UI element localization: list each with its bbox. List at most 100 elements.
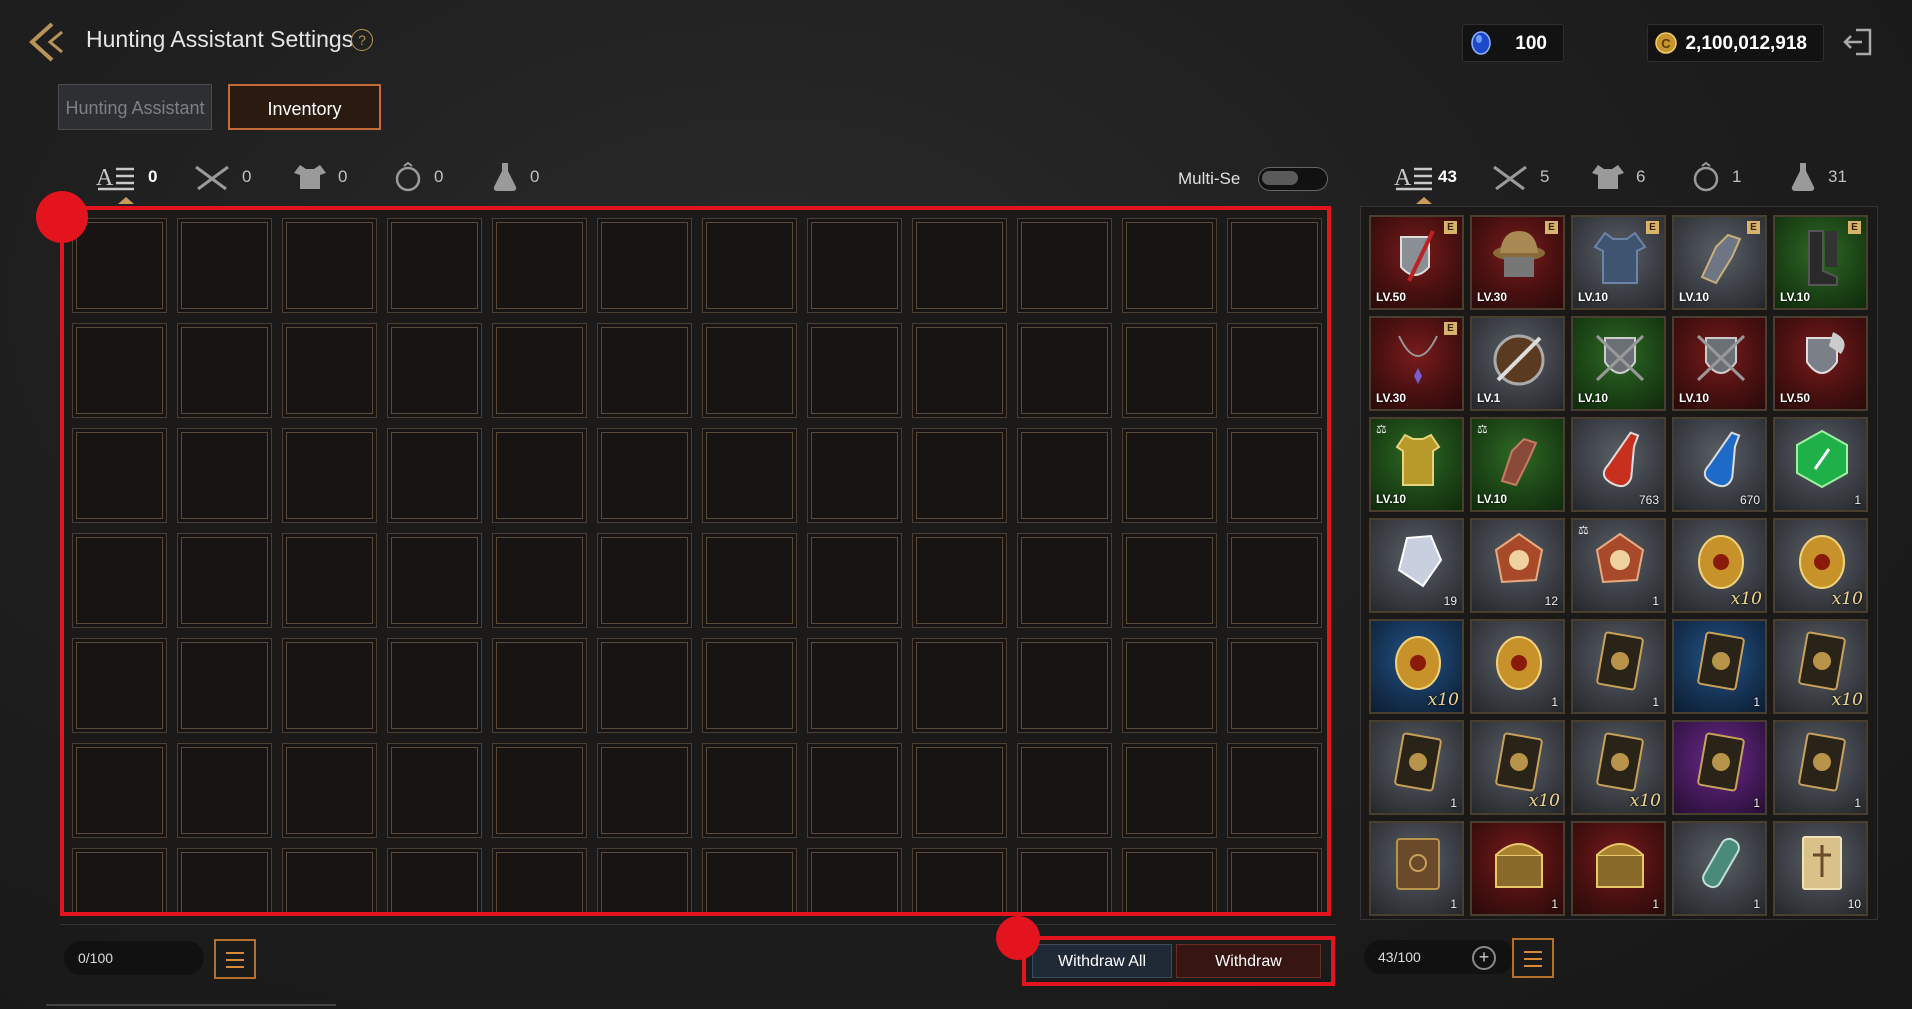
- inventory-item-book[interactable]: 1: [1369, 821, 1464, 916]
- storage-slot[interactable]: [1122, 323, 1217, 418]
- inventory-item-compass-stone[interactable]: 12: [1470, 518, 1565, 613]
- storage-slot[interactable]: [1227, 533, 1322, 628]
- inventory-item-scroll-roll[interactable]: 1: [1672, 821, 1767, 916]
- storage-slot[interactable]: [912, 848, 1007, 912]
- storage-slot[interactable]: [702, 428, 797, 523]
- inventory-item-boots[interactable]: LV.10 E: [1773, 215, 1868, 310]
- storage-slot[interactable]: [1122, 638, 1217, 733]
- back-button[interactable]: [22, 18, 78, 66]
- storage-slot[interactable]: [807, 638, 902, 733]
- storage-slot[interactable]: [72, 533, 167, 628]
- storage-slot[interactable]: [1017, 218, 1112, 313]
- storage-slot[interactable]: [1227, 848, 1322, 912]
- storage-slot[interactable]: [912, 218, 1007, 313]
- inventory-filter-all[interactable]: A 43: [1394, 160, 1457, 204]
- storage-slot[interactable]: [492, 428, 587, 523]
- inventory-item-golden-egg[interactable]: x10: [1369, 619, 1464, 714]
- storage-slot[interactable]: [912, 323, 1007, 418]
- inventory-item-card[interactable]: x10: [1470, 720, 1565, 815]
- storage-slot[interactable]: [387, 218, 482, 313]
- inventory-filter-armor[interactable]: 6: [1590, 160, 1645, 194]
- storage-slot[interactable]: [597, 323, 692, 418]
- storage-sort-button[interactable]: [214, 939, 256, 979]
- storage-slot[interactable]: [1227, 743, 1322, 838]
- storage-slot[interactable]: [1017, 428, 1112, 523]
- inventory-item-chest-armor[interactable]: LV.10 E: [1571, 215, 1666, 310]
- inventory-item-leather-glove[interactable]: LV.10 ⚖: [1470, 417, 1565, 512]
- storage-filter-all[interactable]: A 0: [96, 160, 157, 204]
- inventory-item-crystal[interactable]: 19: [1369, 518, 1464, 613]
- storage-slot[interactable]: [492, 743, 587, 838]
- tab-hunting-assistant[interactable]: Hunting Assistant: [58, 84, 212, 130]
- storage-slot[interactable]: [597, 743, 692, 838]
- storage-slot[interactable]: [282, 533, 377, 628]
- storage-slot[interactable]: [912, 533, 1007, 628]
- storage-slot[interactable]: [912, 743, 1007, 838]
- storage-slot[interactable]: [807, 428, 902, 523]
- storage-slot[interactable]: [72, 848, 167, 912]
- inventory-filter-weapons[interactable]: 5: [1490, 160, 1549, 194]
- storage-slot[interactable]: [387, 533, 482, 628]
- storage-slot[interactable]: [72, 428, 167, 523]
- storage-slot[interactable]: [807, 218, 902, 313]
- storage-slot[interactable]: [387, 428, 482, 523]
- inventory-item-tunic[interactable]: LV.10 ⚖: [1369, 417, 1464, 512]
- storage-slot[interactable]: [1227, 638, 1322, 733]
- storage-slot[interactable]: [1017, 323, 1112, 418]
- expand-capacity-button[interactable]: +: [1472, 946, 1496, 970]
- inventory-item-card[interactable]: 1: [1571, 619, 1666, 714]
- storage-slot[interactable]: [492, 638, 587, 733]
- inventory-item-golden-egg[interactable]: x10: [1672, 518, 1767, 613]
- storage-slot[interactable]: [597, 638, 692, 733]
- storage-slot[interactable]: [72, 323, 167, 418]
- storage-slot[interactable]: [492, 323, 587, 418]
- storage-filter-weapons[interactable]: 0: [192, 160, 251, 194]
- multi-select-toggle[interactable]: [1258, 167, 1328, 191]
- inventory-item-treasure-chest[interactable]: 1: [1470, 821, 1565, 916]
- storage-slot[interactable]: [387, 638, 482, 733]
- storage-slot[interactable]: [72, 638, 167, 733]
- storage-slot[interactable]: [1017, 638, 1112, 733]
- storage-slot[interactable]: [597, 533, 692, 628]
- storage-slot[interactable]: [1122, 848, 1217, 912]
- inventory-item-card[interactable]: 1: [1773, 720, 1868, 815]
- inventory-item-card[interactable]: 1: [1672, 619, 1767, 714]
- storage-filter-consumables[interactable]: 0: [490, 160, 539, 194]
- storage-slot[interactable]: [807, 323, 902, 418]
- inventory-item-shield-swords[interactable]: LV.10: [1571, 316, 1666, 411]
- inventory-item-treasure-chest[interactable]: 1: [1571, 821, 1666, 916]
- storage-slot[interactable]: [597, 428, 692, 523]
- inventory-item-kettle-helmet[interactable]: LV.30 E: [1470, 215, 1565, 310]
- storage-slot[interactable]: [72, 218, 167, 313]
- inventory-item-green-gem[interactable]: 1: [1773, 417, 1868, 512]
- storage-slot[interactable]: [492, 218, 587, 313]
- exit-button[interactable]: [1840, 24, 1876, 60]
- storage-slot[interactable]: [702, 743, 797, 838]
- inventory-item-golden-egg[interactable]: 1: [1470, 619, 1565, 714]
- inventory-filter-accessories[interactable]: 1: [1690, 160, 1741, 194]
- storage-slot[interactable]: [177, 848, 272, 912]
- storage-slot[interactable]: [492, 848, 587, 912]
- withdraw-button[interactable]: Withdraw: [1176, 944, 1321, 978]
- inventory-sort-button[interactable]: [1512, 938, 1554, 978]
- inventory-item-parchment[interactable]: 10: [1773, 821, 1868, 916]
- storage-slot[interactable]: [282, 638, 377, 733]
- tab-inventory[interactable]: Inventory: [228, 84, 381, 130]
- storage-slot[interactable]: [282, 323, 377, 418]
- inventory-item-golden-egg[interactable]: x10: [1773, 518, 1868, 613]
- storage-filter-armor[interactable]: 0: [292, 160, 347, 194]
- storage-slot[interactable]: [177, 218, 272, 313]
- inventory-item-compass-stone[interactable]: 1 ⚖: [1571, 518, 1666, 613]
- storage-slot[interactable]: [282, 743, 377, 838]
- storage-slot[interactable]: [1017, 533, 1112, 628]
- storage-slot[interactable]: [1227, 218, 1322, 313]
- storage-slot[interactable]: [597, 218, 692, 313]
- storage-slot[interactable]: [282, 428, 377, 523]
- storage-slot[interactable]: [492, 533, 587, 628]
- inventory-item-shield-axe[interactable]: LV.50: [1773, 316, 1868, 411]
- storage-slot[interactable]: [177, 428, 272, 523]
- storage-slot[interactable]: [1122, 218, 1217, 313]
- inventory-item-card[interactable]: 1: [1672, 720, 1767, 815]
- withdraw-all-button[interactable]: Withdraw All: [1032, 944, 1172, 978]
- storage-slot[interactable]: [387, 743, 482, 838]
